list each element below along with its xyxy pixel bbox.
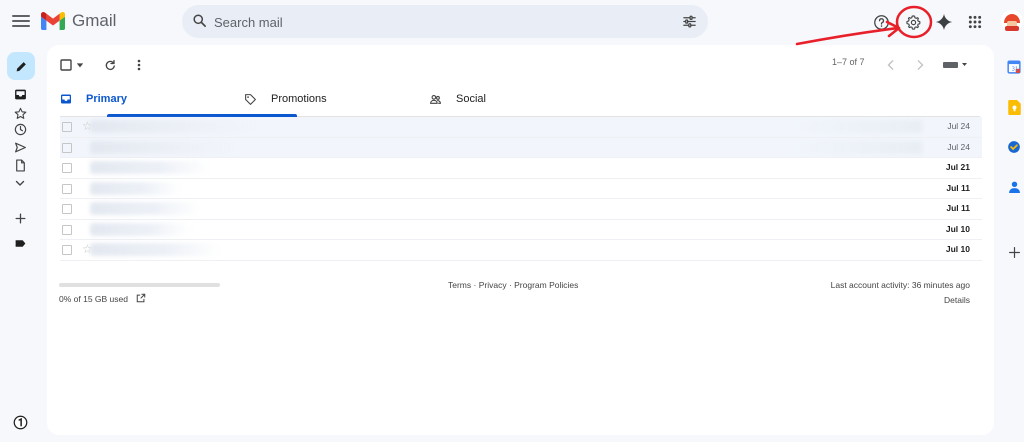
snippet-redacted [792,120,922,133]
row-checkbox[interactable] [62,142,72,153]
calendar-icon[interactable]: 31 [1006,59,1022,75]
apps-grid-icon[interactable] [965,12,985,32]
snippet-redacted [792,140,922,154]
row-checkbox[interactable] [62,245,72,255]
svg-text:31: 31 [1012,67,1019,73]
sender-redacted [90,243,220,256]
gemini-sparkle-icon[interactable] [934,12,954,32]
tab-primary[interactable]: Primary [60,85,127,113]
input-tools-keyboard-icon[interactable] [940,57,970,73]
create-label-plus-icon[interactable] [12,211,28,225]
storage-usage-text: 0% of 15 GB used [59,294,128,304]
search-bar[interactable] [182,5,708,38]
support-icon[interactable] [871,12,891,32]
pencil-icon [16,61,26,71]
more-options-icon[interactable] [133,57,145,73]
nav-inbox-icon[interactable] [12,87,28,101]
pager-count: 1–7 of 7 [832,57,865,67]
row-checkbox[interactable] [62,122,72,132]
tab-promotions-label: Promotions [271,93,327,105]
nav-sent-icon[interactable] [12,140,28,154]
gmail-logo-icon[interactable] [41,11,65,30]
gmail-brand-text[interactable]: Gmail [72,11,116,31]
older-chevron-icon[interactable] [914,57,926,73]
storage-usage-bar [59,283,220,287]
search-input[interactable] [214,11,654,33]
newer-chevron-icon[interactable] [885,57,897,73]
email-list: ☆ Jul 24 Jul 24 Jul 21 Jul 11 Jul 11 Jul… [60,117,982,261]
top-bar: Gmail [0,0,1024,44]
tasks-icon[interactable] [1006,139,1022,155]
email-date: Jul 24 [947,121,970,131]
compose-button[interactable] [7,52,35,80]
select-dropdown-icon[interactable] [75,57,85,73]
email-row[interactable]: Jul 11 [60,199,982,220]
row-checkbox[interactable] [62,183,72,194]
tab-primary-label: Primary [86,93,127,105]
notification-badge-icon[interactable] [12,415,28,429]
sender-redacted [90,120,260,133]
email-date: Jul 10 [945,223,970,234]
tab-social-label: Social [456,93,486,105]
email-row[interactable]: ☆ Jul 24 [60,117,982,138]
email-row[interactable]: Jul 11 [60,179,982,199]
privacy-link[interactable]: Privacy [479,280,507,290]
sender-redacted [90,140,240,154]
search-icon[interactable] [192,13,207,28]
details-link[interactable]: Details [944,295,970,305]
refresh-icon[interactable] [103,57,117,73]
row-checkbox[interactable] [62,204,72,214]
nav-starred-icon[interactable] [12,106,28,120]
email-row[interactable]: Jul 21 [60,158,982,179]
tab-promotions[interactable]: Promotions [244,85,327,113]
nav-snoozed-icon[interactable] [12,122,28,136]
open-storage-external-icon[interactable] [136,293,146,303]
main-menu-icon[interactable] [12,12,30,30]
search-options-icon[interactable] [682,14,697,29]
sender-redacted [90,202,200,215]
sender-redacted [90,181,180,195]
footer-links: Terms · Privacy · Program Policies [448,280,579,290]
label-icon[interactable] [12,236,28,250]
nav-drafts-icon[interactable] [12,158,28,172]
program-policies-link[interactable]: Program Policies [514,280,578,290]
email-date: Jul 11 [946,203,970,213]
row-checkbox[interactable] [62,224,72,235]
contacts-icon[interactable] [1006,179,1022,195]
email-date: Jul 10 [945,244,970,254]
tag-icon [245,93,256,105]
sender-redacted [90,161,210,174]
account-avatar[interactable] [1001,10,1023,32]
mail-list-panel: 1–7 of 7 Primary Promotions Social ☆ Jul… [47,45,994,435]
email-date: Jul 24 [947,141,970,152]
email-row[interactable]: Jul 24 [60,137,982,158]
email-row[interactable]: ☆ Jul 10 [60,240,982,261]
sender-redacted [90,222,190,236]
inbox-icon [61,94,71,104]
last-account-activity: Last account activity: 36 minutes ago [830,280,970,290]
email-date: Jul 11 [946,182,970,193]
row-checkbox[interactable] [62,163,72,173]
tab-social[interactable]: Social [429,85,486,113]
people-icon [430,94,441,104]
email-date: Jul 21 [945,162,970,172]
keep-icon[interactable] [1006,99,1022,115]
terms-link[interactable]: Terms [448,280,471,290]
nav-more-chevron-icon[interactable] [12,176,28,190]
email-row[interactable]: Jul 10 [60,220,982,240]
get-addons-plus-icon[interactable] [1006,244,1022,260]
select-all-checkbox[interactable] [59,57,73,73]
settings-gear-icon[interactable] [903,12,923,32]
